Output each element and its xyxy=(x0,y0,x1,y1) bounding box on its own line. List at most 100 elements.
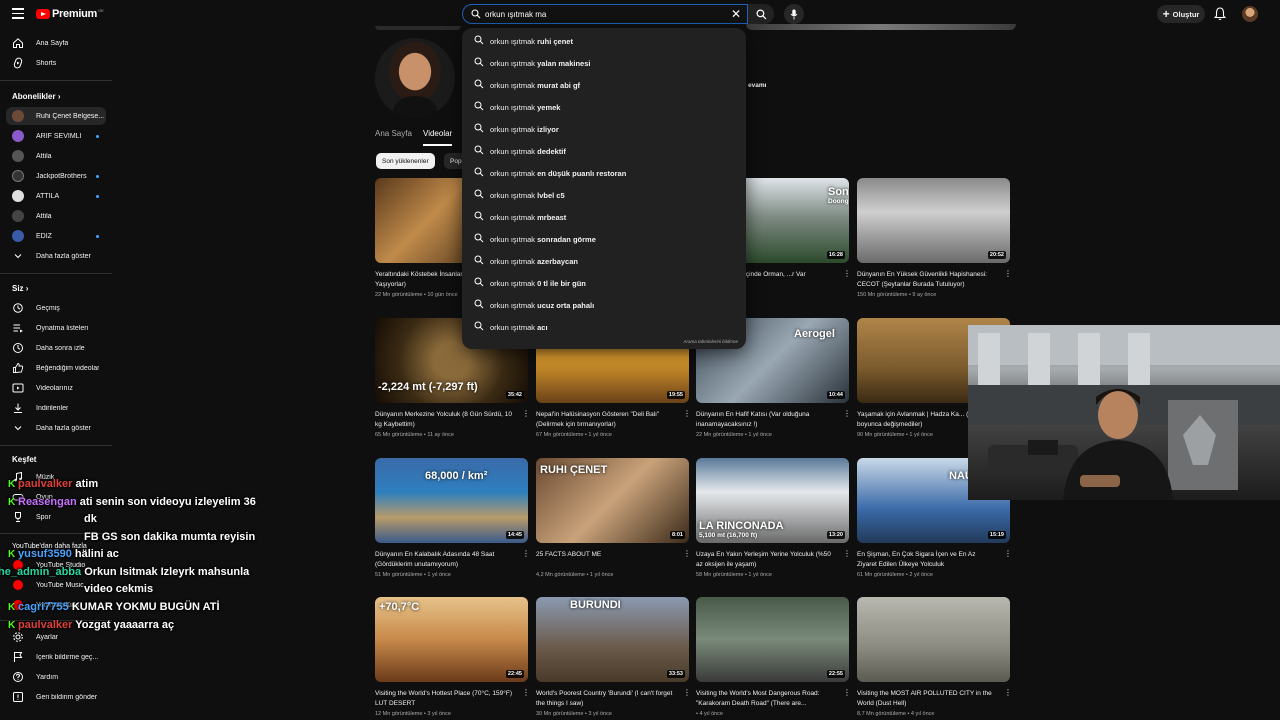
sidebar-item-help[interactable]: Yardım xyxy=(0,668,112,686)
search-suggestion[interactable]: orkun ışıtmak dedektif xyxy=(462,140,746,162)
search-suggestion[interactable]: orkun ışıtmak 0 tl ile bir gün xyxy=(462,272,746,294)
more-options-icon[interactable]: ⋮ xyxy=(522,550,530,560)
tab-home[interactable]: Ana Sayfa xyxy=(375,129,412,138)
sidebar-item-home[interactable]: Ana Sayfa xyxy=(0,34,112,52)
search-suggestion[interactable]: orkun ışıtmak izliyor xyxy=(462,118,746,140)
video-title[interactable]: Visiting the World's Hottest Place (70°C… xyxy=(375,689,515,709)
video-card[interactable]: 68,000 / km² 14:45 Dünyanın En Kalabalık A… xyxy=(375,458,530,588)
thumbnail-overlay-text: 68,000 / km² xyxy=(425,470,488,482)
video-thumbnail[interactable] xyxy=(857,597,1010,682)
sidebar-item-feedback[interactable]: Geri bildirim gönder xyxy=(0,688,112,706)
chip-latest[interactable]: Son yüklenenler xyxy=(376,153,435,169)
video-thumbnail[interactable]: LA RINCONADA 5,100 mt (16,700 ft) 13:20 xyxy=(696,458,849,543)
duration-badge: 10:44 xyxy=(826,391,845,399)
search-suggestion[interactable]: orkun ışıtmak acı xyxy=(462,316,746,338)
video-thumbnail[interactable]: 20:52 xyxy=(857,178,1010,263)
video-thumbnail[interactable]: BURUNDI 33:53 xyxy=(536,597,689,682)
video-card[interactable]: +70,7°C 22:45 Visiting the World's Hottest… xyxy=(375,597,530,720)
video-title[interactable]: Dünyanın En Yüksek Güvenlikli Hapishanes… xyxy=(857,270,997,290)
clear-search-icon[interactable]: ✕ xyxy=(731,8,741,20)
report-suggestions-link[interactable]: Arama tahminlerini bildirme xyxy=(683,339,738,344)
video-thumbnail[interactable]: +70,7°C 22:45 xyxy=(375,597,528,682)
sidebar-item-report-history[interactable]: İçerik bildirme geç... xyxy=(0,648,112,666)
search-suggestion[interactable]: orkun ışıtmak yalan makinesi xyxy=(462,52,746,74)
you-show-more[interactable]: Daha fazla göster xyxy=(0,419,112,437)
video-title[interactable]: En Şişman, En Çok Sigara İçen ve En Az Z… xyxy=(857,550,997,570)
you-heading[interactable]: Siz › xyxy=(12,284,28,293)
search-suggestion[interactable]: orkun ışıtmak mrbeast xyxy=(462,206,746,228)
more-options-icon[interactable]: ⋮ xyxy=(683,550,691,560)
video-thumbnail[interactable]: 22:55 xyxy=(696,597,849,682)
more-options-icon[interactable]: ⋮ xyxy=(522,410,530,420)
more-options-icon[interactable]: ⋮ xyxy=(843,270,851,280)
video-card[interactable]: 20:52 Dünyanın En Yüksek Güvenlikli Hapis… xyxy=(857,178,1012,308)
sidebar-item-playlists[interactable]: Oynatma listeleri xyxy=(0,319,112,337)
sidebar-sub-1[interactable]: ARİF SEVİMLİ xyxy=(0,127,112,145)
youtube-premium-logo[interactable]: Premium GE xyxy=(36,8,104,20)
search-input[interactable] xyxy=(485,9,715,19)
search-suggestion[interactable]: orkun ışıtmak ruhi çenet xyxy=(462,30,746,52)
video-title[interactable]: Uzaya En Yakın Yerleşim Yerine Yolculuk … xyxy=(696,550,836,570)
menu-icon[interactable] xyxy=(12,8,24,19)
create-button[interactable]: + Oluştur xyxy=(1157,5,1205,23)
video-title[interactable]: World's Poorest Country 'Burundi' (I can… xyxy=(536,689,676,709)
search-icon xyxy=(474,233,484,243)
account-avatar[interactable] xyxy=(1242,6,1258,22)
sidebar-item-liked[interactable]: Beğendiğim videolar xyxy=(0,359,112,377)
video-thumbnail[interactable]: 68,000 / km² 14:45 xyxy=(375,458,528,543)
channel-description-fragment[interactable]: evamı xyxy=(748,82,766,89)
search-box[interactable]: ✕ xyxy=(462,4,748,24)
sidebar-sub-2[interactable]: Attila xyxy=(0,147,112,165)
sidebar-sub-0[interactable]: Ruhi Çenet Belgese... xyxy=(6,107,106,125)
video-card[interactable]: RUHI ÇENET 8:01 25 FACTS ABOUT ME 4,2 Mn gö… xyxy=(536,458,691,588)
more-options-icon[interactable]: ⋮ xyxy=(843,550,851,560)
sidebar-item-shorts[interactable]: Shorts xyxy=(0,54,112,72)
subs-show-more[interactable]: Daha fazla göster xyxy=(0,247,112,265)
search-suggestion[interactable]: orkun ışıtmak sonradan görme xyxy=(462,228,746,250)
notifications-bell-icon[interactable] xyxy=(1214,7,1226,21)
more-options-icon[interactable]: ⋮ xyxy=(1004,270,1012,280)
search-suggestion[interactable]: orkun ışıtmak yemek xyxy=(462,96,746,118)
sidebar-item-history[interactable]: Geçmiş xyxy=(0,299,112,317)
video-card[interactable]: 22:55 Visiting the World's Most Dangerous… xyxy=(696,597,851,720)
tab-videos[interactable]: Videolar xyxy=(423,129,453,146)
sidebar-sub-6[interactable]: EDIZ xyxy=(0,227,112,245)
more-options-icon[interactable]: ⋮ xyxy=(683,410,691,420)
sidebar-item-downloads[interactable]: İndirilenler xyxy=(0,399,112,417)
sidebar-item-watch-later[interactable]: Daha sonra izle xyxy=(0,339,112,357)
video-card[interactable]: Visiting the MOST AIR POLLUTED CITY in t… xyxy=(857,597,1012,720)
video-title[interactable]: Dünyanın En Hafif Katısı (Var olduğuna i… xyxy=(696,410,836,430)
video-card[interactable]: BURUNDI 33:53 World's Poorest Country 'Bur… xyxy=(536,597,691,720)
voice-search-button[interactable] xyxy=(784,4,804,24)
more-options-icon[interactable]: ⋮ xyxy=(843,410,851,420)
video-title[interactable]: 25 FACTS ABOUT ME xyxy=(536,550,676,560)
search-suggestion[interactable]: orkun ışıtmak murat abi gf xyxy=(462,74,746,96)
search-suggestion[interactable]: orkun ışıtmak ucuz orta pahalı xyxy=(462,294,746,316)
more-options-icon[interactable]: ⋮ xyxy=(1004,689,1012,699)
search-suggestion[interactable]: orkun ışıtmak lvbel c5 xyxy=(462,184,746,206)
video-icon xyxy=(12,383,24,393)
more-options-icon[interactable]: ⋮ xyxy=(843,689,851,699)
sidebar-sub-5[interactable]: Attila xyxy=(0,207,112,225)
video-title[interactable]: Nepal'in Halüsinasyon Gösteren "Deli Bal… xyxy=(536,410,676,430)
video-card[interactable]: LA RINCONADA 5,100 mt (16,700 ft) 13:20 Uza… xyxy=(696,458,851,588)
video-title[interactable]: Visiting the MOST AIR POLLUTED CITY in t… xyxy=(857,689,997,709)
channel-avatar-large[interactable] xyxy=(375,38,455,118)
more-options-icon[interactable]: ⋮ xyxy=(683,689,691,699)
more-options-icon[interactable]: ⋮ xyxy=(522,689,530,699)
video-title[interactable]: Dünyanın Merkezine Yolculuk (8 Gün Sürdü… xyxy=(375,410,515,430)
sidebar-sub-4[interactable]: ATTILA xyxy=(0,187,112,205)
sidebar-sub-3[interactable]: JackpotBrothers xyxy=(0,167,112,185)
search-suggestion[interactable]: orkun ışıtmak azerbaycan xyxy=(462,250,746,272)
video-title[interactable]: Visiting the World's Most Dangerous Road… xyxy=(696,689,836,709)
channel-avatar xyxy=(12,150,24,162)
suggestion-text: orkun ışıtmak izliyor xyxy=(490,124,559,134)
subscriptions-heading[interactable]: Abonelikler › xyxy=(12,92,60,101)
video-thumbnail[interactable]: RUHI ÇENET 8:01 xyxy=(536,458,689,543)
search-button[interactable] xyxy=(748,4,774,24)
search-suggestion[interactable]: orkun ışıtmak en düşük puanlı restoran xyxy=(462,162,746,184)
streamer-webcam xyxy=(968,325,1280,500)
video-title[interactable]: Dünyanın En Kalabalık Adasında 48 Saat (… xyxy=(375,550,515,570)
more-options-icon[interactable]: ⋮ xyxy=(1004,550,1012,560)
sidebar-item-your-videos[interactable]: Videolarınız xyxy=(0,379,112,397)
